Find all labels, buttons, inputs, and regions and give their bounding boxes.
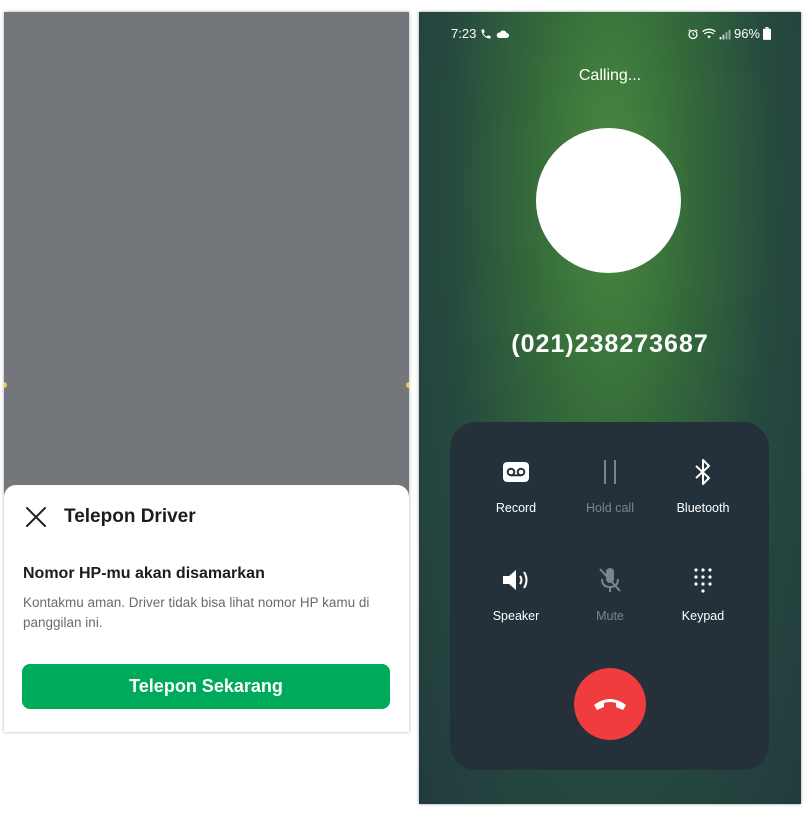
hold-call-label: Hold call: [586, 501, 634, 515]
status-bar: 7:23 96%: [419, 24, 801, 44]
sheet-heading: Nomor HP-mu akan disamarkan: [23, 565, 265, 582]
voicemail-icon: [503, 462, 529, 482]
signal-icon: [719, 29, 731, 39]
keypad-label: Keypad: [681, 609, 725, 623]
alarm-icon: [688, 28, 698, 39]
keypad-button[interactable]: Keypad: [653, 565, 753, 623]
bluetooth-label: Bluetooth: [676, 501, 730, 515]
bottom-sheet: Telepon Driver Nomor HP-mu akan disamark…: [4, 485, 409, 732]
cloud-icon: [497, 30, 510, 38]
mute-button[interactable]: Mute: [560, 565, 660, 623]
speaker-label: Speaker: [492, 609, 540, 623]
close-button[interactable]: [22, 503, 50, 531]
wifi-icon: [702, 28, 716, 39]
phone-call-screen: 7:23 96% Calling... (021)238273687 Recor…: [419, 12, 801, 804]
speaker-button[interactable]: Speaker: [466, 565, 566, 623]
sheet-description: Kontakmu aman. Driver tidak bisa lihat n…: [23, 595, 370, 630]
contact-avatar: [536, 128, 681, 273]
call-now-button[interactable]: Telepon Sekarang: [22, 664, 390, 709]
pause-icon: [604, 460, 616, 484]
mute-label: Mute: [596, 609, 624, 623]
sheet-header: Telepon Driver: [22, 503, 196, 531]
left-app-screen: Telepon Driver Nomor HP-mu akan disamark…: [4, 12, 409, 732]
bluetooth-button[interactable]: Bluetooth: [653, 457, 753, 515]
speaker-icon: [503, 570, 528, 590]
end-call-icon: [594, 699, 626, 710]
caller-number: (021)238273687: [511, 330, 709, 358]
record-button[interactable]: Record: [466, 457, 566, 515]
battery-icon: [763, 27, 771, 40]
end-call-button[interactable]: [574, 668, 646, 740]
status-time: 7:23: [451, 26, 477, 41]
battery-percent: 96%: [733, 26, 760, 41]
hold-call-button[interactable]: Hold call: [560, 457, 660, 515]
phone-icon: [481, 29, 491, 38]
edge-indicator: [406, 382, 409, 388]
bluetooth-icon: [695, 459, 710, 485]
edge-indicator: [4, 382, 7, 388]
call-status-label: Calling...: [578, 67, 642, 84]
call-controls-panel: Record Hold call Bluetooth Speaker Mute …: [450, 422, 769, 770]
close-icon: [26, 507, 46, 527]
record-label: Record: [495, 501, 537, 515]
keypad-icon: [694, 568, 712, 593]
mic-off-icon: [599, 568, 621, 592]
sheet-title: Telepon Driver: [64, 506, 196, 527]
